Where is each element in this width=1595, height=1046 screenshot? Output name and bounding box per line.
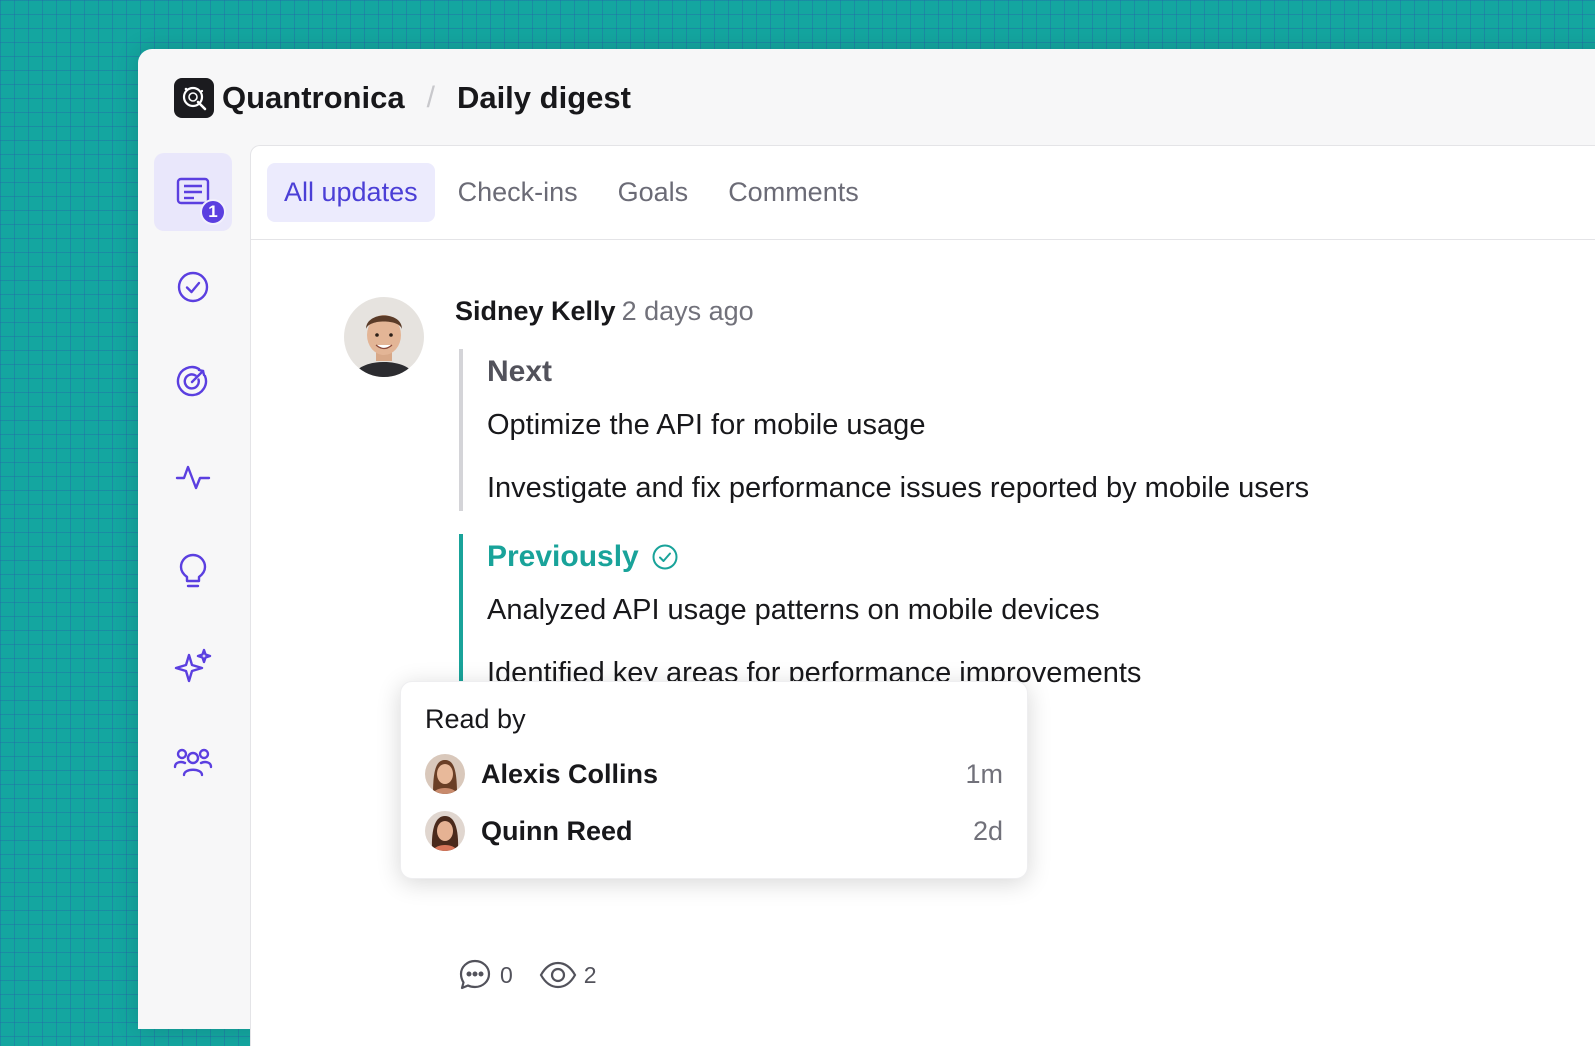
previously-title: Previously — [487, 540, 639, 573]
page-title: Daily digest — [456, 80, 631, 115]
reader-row[interactable]: Quinn Reed 2d — [425, 811, 1003, 851]
breadcrumb-separator: / — [426, 81, 435, 114]
reader-name: Alexis Collins — [481, 758, 659, 789]
main-panel: All updates Check-ins Goals Comments Sid… — [250, 145, 1595, 1046]
tab-comments[interactable]: Comments — [711, 163, 876, 222]
reader-time: 2d — [972, 815, 1003, 846]
app-window: Quantronica / Daily digest 1 All updates… — [138, 49, 1595, 1046]
popover-title: Read by — [425, 704, 526, 734]
eye-icon — [539, 961, 577, 989]
avatar — [425, 754, 465, 794]
post-actions: 0 2 — [457, 957, 623, 993]
next-title: Next — [487, 355, 553, 388]
sidebar-item-ideas[interactable] — [154, 533, 232, 611]
activity-icon — [175, 465, 211, 490]
people-icon — [173, 748, 213, 777]
post-time: 2 days ago — [621, 296, 754, 326]
tab-check-ins[interactable]: Check-ins — [441, 163, 595, 222]
previously-item: Analyzed API usage patterns on mobile de… — [487, 594, 1100, 626]
lightbulb-icon — [179, 553, 207, 588]
post-header: Sidney Kelly 2 days ago — [455, 296, 754, 327]
comment-icon — [459, 959, 491, 990]
header: Quantronica / Daily digest — [174, 77, 631, 119]
sidebar: 1 — [154, 153, 232, 818]
tab-bar: All updates Check-ins Goals Comments — [251, 146, 1595, 240]
sparkles-icon — [174, 648, 212, 683]
next-item: Optimize the API for mobile usage — [487, 409, 926, 441]
read-by-popover: Read by Alexis Collins 1m Quinn Reed 2d — [400, 681, 1028, 879]
tab-goals[interactable]: Goals — [601, 163, 706, 222]
author-avatar[interactable] — [344, 297, 424, 377]
next-section: Next Optimize the API for mobile usage I… — [459, 349, 1309, 511]
next-item: Investigate and fix performance issues r… — [487, 472, 1310, 504]
sidebar-item-ai[interactable] — [154, 628, 232, 706]
views-button[interactable]: 2 — [539, 961, 597, 989]
sidebar-item-goals[interactable] — [154, 343, 232, 421]
comments-count: 0 — [500, 961, 513, 988]
comments-button[interactable]: 0 — [457, 957, 513, 993]
reader-row[interactable]: Alexis Collins 1m — [425, 754, 1003, 794]
reader-name: Quinn Reed — [481, 815, 633, 846]
sidebar-item-people[interactable] — [154, 723, 232, 801]
app-name[interactable]: Quantronica — [222, 80, 405, 116]
author-name[interactable]: Sidney Kelly — [455, 296, 616, 326]
views-count: 2 — [583, 961, 597, 988]
target-icon — [176, 365, 208, 397]
previously-header: Previously — [487, 540, 679, 574]
tab-all-updates[interactable]: All updates — [267, 163, 435, 222]
sidebar-item-check-ins[interactable] — [154, 248, 232, 326]
check-circle-icon — [177, 271, 209, 303]
sidebar-item-updates[interactable]: 1 — [154, 153, 232, 231]
notification-badge: 1 — [200, 199, 226, 225]
app-logo-icon[interactable] — [174, 78, 214, 118]
sidebar-item-activity[interactable] — [154, 438, 232, 516]
avatar — [425, 811, 465, 851]
check-circle-icon — [652, 544, 678, 570]
reader-time: 1m — [965, 758, 1003, 789]
